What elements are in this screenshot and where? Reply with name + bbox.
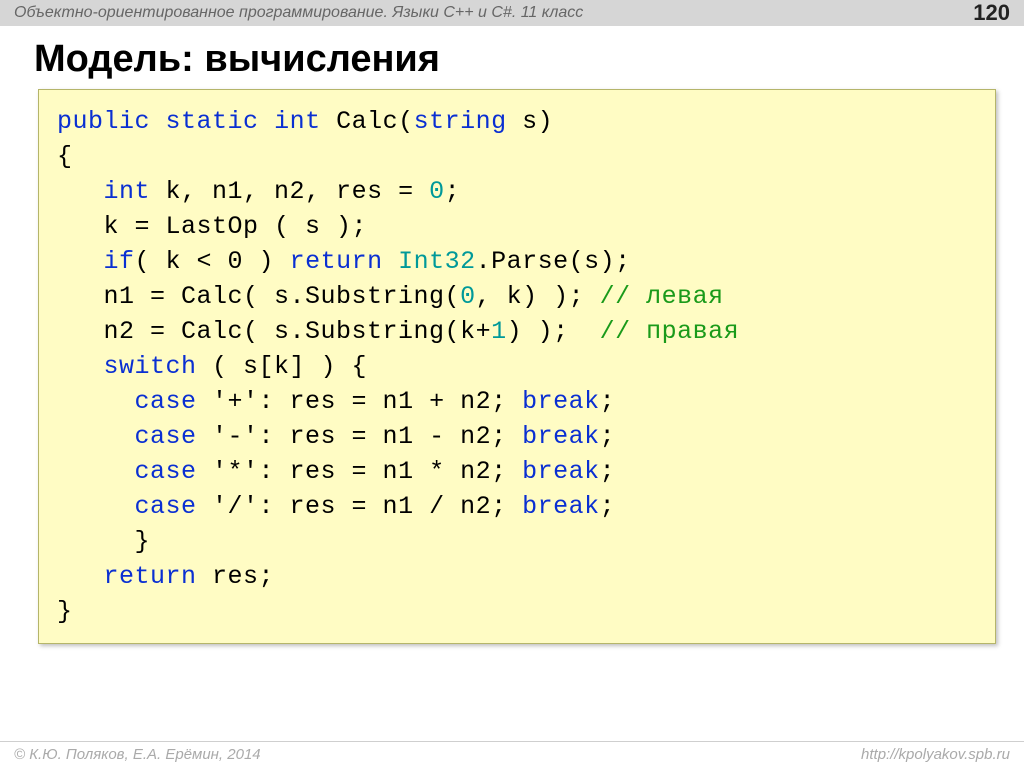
slide-title: Модель: вычисления xyxy=(34,38,1024,81)
header-title: Объектно-ориентированное программировани… xyxy=(14,4,583,22)
source-url: http://kpolyakov.spb.ru xyxy=(861,746,1010,763)
code-content: public static int Calc(string s) { int k… xyxy=(57,104,987,629)
page-number: 120 xyxy=(973,0,1010,26)
footer: © К.Ю. Поляков, Е.А. Ерёмин, 2014 http:/… xyxy=(0,741,1024,767)
header-bar: Объектно-ориентированное программировани… xyxy=(0,0,1024,26)
copyright: © К.Ю. Поляков, Е.А. Ерёмин, 2014 xyxy=(14,746,261,763)
slide: Объектно-ориентированное программировани… xyxy=(0,0,1024,767)
code-block: public static int Calc(string s) { int k… xyxy=(38,89,996,644)
